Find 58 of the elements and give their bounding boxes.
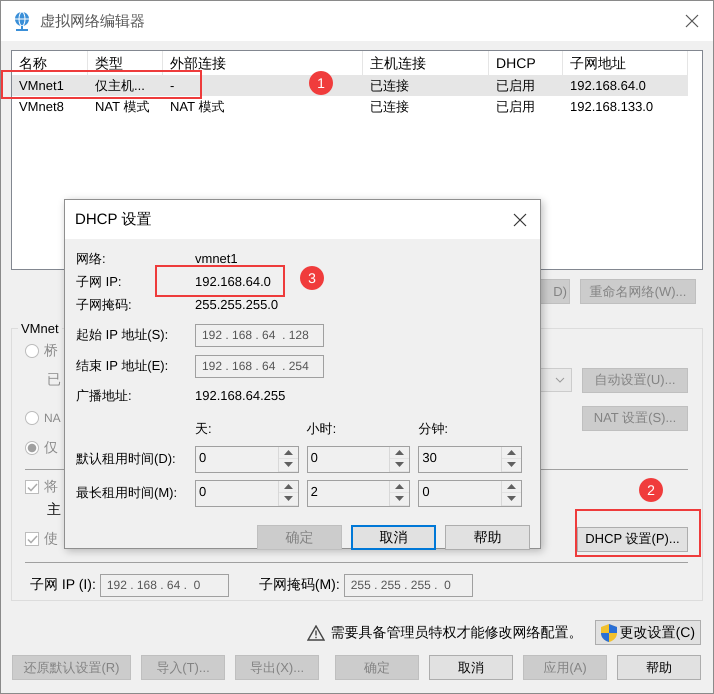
field-value: vmnet1 [195, 251, 238, 266]
field-value: 192.168.64.255 [195, 388, 286, 403]
ip-address-field[interactable]: 192 . 168 . 64 . 254 [195, 354, 324, 378]
window-title: 虚拟网络编辑器 [40, 12, 145, 30]
chevron-down-icon [555, 377, 565, 383]
bridged-to-label: 已 [47, 371, 61, 389]
radio-label: 桥 [44, 342, 58, 360]
table-cell: 192.168.133.0 [570, 99, 654, 114]
warning-text: 需要具备管理员特权才能修改网络配置。 [330, 624, 583, 642]
table-cell: NAT 模式 [170, 98, 224, 116]
unit-label: 天: [195, 420, 213, 438]
dialog-button[interactable]: 帮助 [617, 655, 701, 680]
table-cell: 已连接 [370, 98, 409, 116]
close-icon[interactable] [685, 14, 699, 28]
table-cell: - [170, 78, 174, 93]
table-cell: 192.168.64.0 [570, 78, 646, 93]
field-label: 子网掩码: [76, 296, 133, 314]
unit-label: 分钟: [418, 420, 449, 438]
host-adapter-label: 主 [47, 501, 61, 519]
dialog-button[interactable]: 取消 [351, 525, 436, 550]
subnet-mask-field[interactable]: 255 . 255 . 255 . 0 [344, 574, 473, 596]
field-label: 网络: [76, 250, 107, 268]
unit-label: 小时: [306, 420, 338, 438]
ip-address-field[interactable]: 192 . 168 . 64 . 128 [195, 324, 324, 346]
field-value: 192.168.64.0 [195, 274, 271, 289]
radio-label: NA [44, 411, 61, 425]
step-number: 2 [639, 478, 663, 502]
radio-label: 仅 [44, 439, 58, 457]
table-cell: 已启用 [496, 76, 535, 94]
subnet-ip-field[interactable]: 192 . 168 . 64 . 0 [100, 574, 229, 596]
table-cell: VMnet8 [19, 99, 64, 114]
table-cell: 已连接 [370, 76, 409, 94]
subnet-ip-label: 子网 IP (I): [30, 576, 96, 594]
dialog-title: DHCP 设置 [75, 210, 152, 229]
change-settings-button[interactable]: 更改设置(C) [594, 620, 701, 645]
table-cell: 仅主机... [95, 76, 145, 94]
table-cell: 已启用 [496, 98, 535, 116]
field-label: 起始 IP 地址(S): [76, 326, 170, 344]
dialog-button[interactable]: 取消 [429, 655, 513, 680]
table-cell: NAT 模式 [95, 98, 150, 116]
field-label: 结束 IP 地址(E): [76, 357, 170, 375]
field-label: 默认租用时间(D): [76, 450, 177, 468]
close-icon[interactable] [513, 212, 527, 226]
warning-icon [306, 624, 325, 640]
group-title: VMnet [20, 321, 60, 336]
field-label: 广播地址: [76, 386, 133, 404]
globe-icon [12, 11, 32, 31]
checkbox-label: 使 [44, 530, 58, 548]
shield-icon [600, 622, 618, 642]
dhcp-settings-button[interactable]: DHCP 设置(P)... [577, 526, 688, 552]
checkbox-label: 将 [44, 478, 58, 496]
table-cell: VMnet1 [19, 78, 64, 93]
table-row[interactable]: VMnet8 NAT 模式 NAT 模式 已连接 已启用 192.168.133.0 [12, 96, 688, 117]
field-label: 子网 IP: [76, 272, 123, 290]
field-value: 255.255.255.0 [195, 297, 278, 312]
dialog-button[interactable]: 帮助 [445, 525, 530, 550]
field-label: 最长租用时间(M): [76, 484, 178, 502]
subnet-mask-label: 子网掩码(M): [258, 576, 340, 594]
